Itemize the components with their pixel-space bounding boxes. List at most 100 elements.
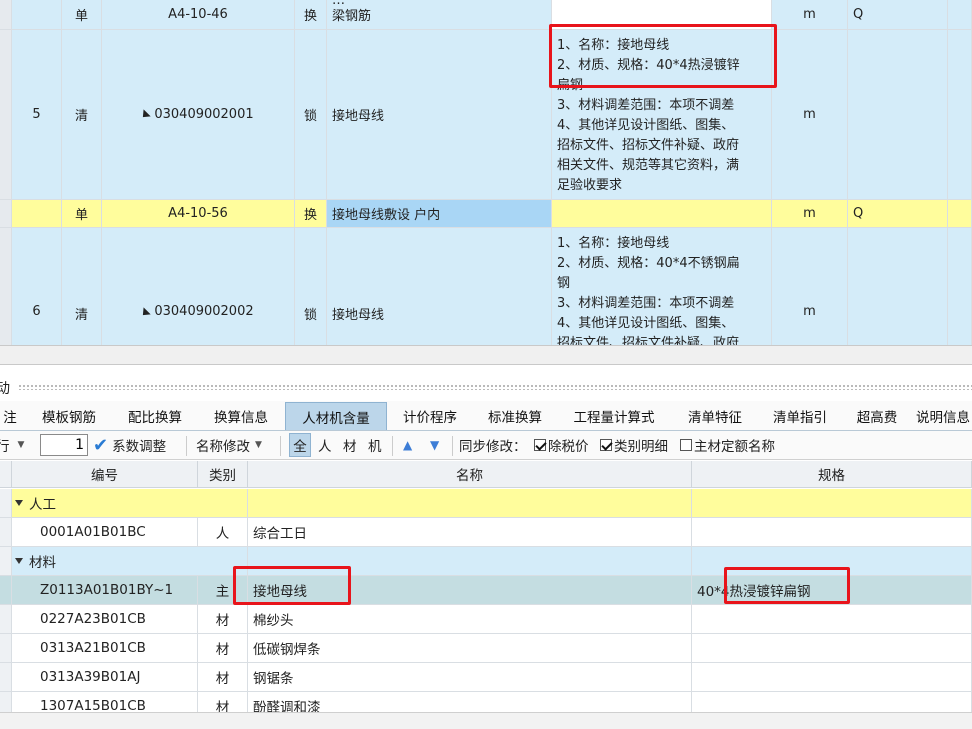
filter-all-button[interactable]: 全 bbox=[289, 433, 311, 457]
move-up-icon[interactable]: ▲ bbox=[403, 432, 412, 458]
desc-line: 招标文件、招标文件补疑、政府 bbox=[557, 138, 740, 153]
horizontal-scrollbar[interactable] bbox=[0, 345, 972, 365]
collapse-icon[interactable] bbox=[139, 108, 152, 121]
tab-formwork-rebar[interactable]: 模板钢筋 bbox=[28, 402, 110, 430]
row-dropdown-label: 行 bbox=[0, 439, 10, 455]
table-row[interactable]: 6 清 030409002002 锁 接地母线 1、名称：接地母线 2、材质、规… bbox=[0, 228, 972, 345]
expand-icon[interactable] bbox=[15, 558, 23, 564]
tab-super-height[interactable]: 超高费 bbox=[845, 402, 909, 430]
table-row-selected[interactable]: Z0113A01B01BY~1 主 接地母线 40*4热浸镀锌扁钢 bbox=[0, 576, 972, 605]
tab-conversion-info[interactable]: 换算信息 bbox=[200, 402, 282, 430]
column-header-spec[interactable]: 规格 bbox=[692, 461, 972, 488]
factor-adjust-button[interactable]: ✔ 系数调整 bbox=[93, 432, 166, 458]
header-gutter bbox=[0, 461, 12, 488]
group-row-material[interactable]: 材料 bbox=[0, 547, 972, 576]
tab-mix-conversion[interactable]: 配比换算 bbox=[114, 402, 196, 430]
desc-line: 钢 bbox=[557, 276, 571, 291]
group-label: 人工 bbox=[29, 497, 56, 513]
tax-price-checkbox[interactable]: 除税价 bbox=[534, 432, 589, 458]
row-q: Q bbox=[848, 200, 948, 228]
row-type: 清 bbox=[62, 228, 102, 345]
rename-dropdown[interactable]: 名称修改 ▼ bbox=[196, 432, 262, 458]
main-quota-name-checkbox[interactable]: 主材定额名称 bbox=[680, 432, 775, 458]
cell-spec bbox=[692, 634, 972, 663]
checkbox-icon[interactable] bbox=[534, 439, 546, 451]
table-row[interactable]: 0001A01B01BC 人 综合工日 bbox=[0, 518, 972, 547]
grip-dots[interactable] bbox=[18, 384, 972, 390]
row-lock: 换 bbox=[295, 200, 327, 228]
rename-label: 名称修改 bbox=[196, 439, 250, 455]
table-row[interactable]: 0313A21B01CB 材 低碳钢焊条 bbox=[0, 634, 972, 663]
cell-category: 人 bbox=[198, 518, 248, 547]
panel-splitter[interactable]: 动 bbox=[0, 373, 972, 401]
tab-standard-conversion[interactable]: 标准换算 bbox=[475, 402, 555, 430]
category-detail-checkbox[interactable]: 类别明细 bbox=[600, 432, 668, 458]
row-unit: m bbox=[772, 200, 848, 228]
row-unit: m bbox=[772, 0, 848, 30]
table-row[interactable]: 0313A39B01AJ 材 钢锯条 bbox=[0, 663, 972, 692]
row-code[interactable]: 030409002001 bbox=[102, 30, 295, 200]
row-name: 接地母线 bbox=[327, 228, 552, 345]
cell-name[interactable]: 接地母线 bbox=[248, 576, 692, 605]
table-row[interactable]: 1307A15B01CB 材 酚醛调和漆 bbox=[0, 692, 972, 712]
chevron-down-icon: ▼ bbox=[17, 440, 25, 450]
cell-code: 0001A01B01BC bbox=[12, 518, 198, 547]
table-row[interactable]: 0227A23B01CB 材 棉纱头 bbox=[0, 605, 972, 634]
tab-description[interactable]: 说明信息 bbox=[916, 402, 972, 430]
expand-icon[interactable] bbox=[15, 500, 23, 506]
table-row[interactable]: 5 清 030409002001 锁 接地母线 1、名称：接地母线 2、材质、规… bbox=[0, 30, 972, 200]
row-seq: 5 bbox=[12, 30, 62, 200]
desc-line: 相关文件、规范等其它资料，满 bbox=[557, 158, 740, 173]
checkbox-icon[interactable] bbox=[680, 439, 692, 451]
cell-spec bbox=[692, 518, 972, 547]
row-lock: 换 bbox=[295, 0, 327, 30]
desc-line: 2、材质、规格：40*4不锈钢扁 bbox=[557, 256, 740, 271]
tab-bill-guide[interactable]: 清单指引 bbox=[760, 402, 840, 430]
row-code[interactable]: 030409002002 bbox=[102, 228, 295, 345]
tax-price-label: 除税价 bbox=[548, 439, 589, 455]
panel-title: 动 bbox=[0, 381, 10, 397]
filter-labor-button[interactable]: 人 bbox=[318, 432, 332, 458]
tab-labor-material-machine[interactable]: 人材机含量 bbox=[285, 402, 387, 430]
row-unit: m bbox=[772, 228, 848, 345]
column-header-name[interactable]: 名称 bbox=[248, 461, 692, 488]
row-desc: 1、名称：接地母线 2、材质、规格：40*4热浸镀锌 扁钢 3、材料调差范围：本… bbox=[552, 30, 772, 200]
column-header-category[interactable]: 类别 bbox=[198, 461, 248, 488]
tab-note[interactable]: 注 bbox=[0, 402, 20, 430]
desc-line: 2、材质、规格：40*4热浸镀锌 bbox=[557, 58, 740, 73]
row-name: … 梁钢筋 bbox=[327, 0, 552, 30]
main-quota-name-label: 主材定额名称 bbox=[694, 439, 775, 455]
row-dropdown[interactable]: 行 ▼ bbox=[0, 432, 24, 458]
row-q: Q bbox=[848, 0, 948, 30]
cell-spec[interactable]: 40*4热浸镀锌扁钢 bbox=[692, 576, 972, 605]
filter-material-button[interactable]: 材 bbox=[343, 432, 357, 458]
row-code-text: 030409002002 bbox=[154, 304, 254, 319]
row-desc: 1、名称：接地母线 2、材质、规格：40*4不锈钢扁 钢 3、材料调差范围：本项… bbox=[552, 228, 772, 345]
column-header-code[interactable]: 编号 bbox=[12, 461, 198, 488]
tab-pricing-procedure[interactable]: 计价程序 bbox=[390, 402, 470, 430]
row-name[interactable]: 接地母线敷设 户内 bbox=[327, 200, 552, 228]
tab-bill-features[interactable]: 清单特征 bbox=[675, 402, 755, 430]
cell-code: 0313A21B01CB bbox=[12, 634, 198, 663]
collapse-icon[interactable] bbox=[139, 307, 152, 319]
group-row-labor[interactable]: 人工 bbox=[0, 489, 972, 518]
checkbox-icon[interactable] bbox=[600, 439, 612, 451]
factor-input[interactable] bbox=[40, 434, 88, 456]
cell-code: 0313A39B01AJ bbox=[12, 663, 198, 692]
row-code-text: 030409002001 bbox=[154, 107, 254, 122]
filter-machine-button[interactable]: 机 bbox=[368, 432, 382, 458]
cell-category: 材 bbox=[198, 692, 248, 712]
table-row[interactable]: 单 A4-10-46 换 … 梁钢筋 m Q bbox=[0, 0, 972, 30]
desc-line: 4、其他详见设计图纸、图集、 bbox=[557, 316, 735, 331]
move-down-icon[interactable]: ▼ bbox=[430, 432, 439, 458]
tab-quantity-formula[interactable]: 工程量计算式 bbox=[560, 402, 668, 430]
row-lock: 锁 bbox=[295, 228, 327, 345]
row-desc bbox=[552, 0, 772, 30]
table-row[interactable]: 单 A4-10-56 换 接地母线敷设 户内 m Q bbox=[0, 200, 972, 228]
upper-grid: 单 A4-10-46 换 … 梁钢筋 m Q 5 清 030409002001 … bbox=[0, 0, 972, 345]
row-type: 单 bbox=[62, 0, 102, 30]
horizontal-scrollbar[interactable] bbox=[0, 712, 972, 729]
cell-name: 酚醛调和漆 bbox=[248, 692, 692, 712]
cell-code: 0227A23B01CB bbox=[12, 605, 198, 634]
row-code: A4-10-56 bbox=[102, 200, 295, 228]
